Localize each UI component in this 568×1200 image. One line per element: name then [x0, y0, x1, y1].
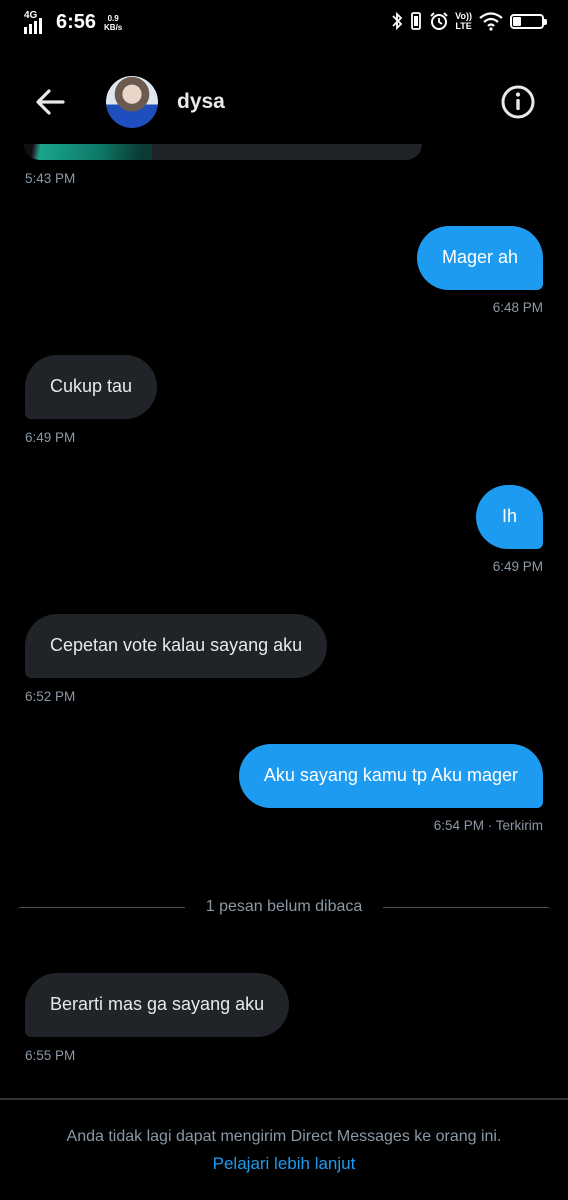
incoming-message-bubble[interactable]: Berarti mas ga sayang aku	[25, 973, 290, 1037]
message-timestamp: 6:48 PM	[492, 300, 543, 315]
battery-level: 30	[520, 15, 534, 27]
outgoing-message-bubble[interactable]: Aku sayang kamu tp Aku mager	[238, 744, 543, 808]
signal-icon: 4G	[24, 10, 46, 34]
bluetooth-icon	[392, 11, 403, 31]
message-timestamp: 6:52 PM	[25, 689, 76, 704]
alarm-icon	[430, 12, 448, 30]
status-left: 4G 6:56 0.9 KB/s	[24, 10, 123, 34]
message-timestamp-sent-status: 6:54 PM · Terkirim	[433, 818, 543, 833]
vibrate-icon	[411, 12, 422, 30]
battery-icon: 30	[510, 13, 547, 29]
outgoing-message-bubble[interactable]: Ih	[475, 485, 543, 549]
volte-indicator: Vo)) LTE	[455, 11, 472, 31]
learn-more-link[interactable]: Pelajari lebih lanjut	[0, 1154, 568, 1174]
incoming-message-bubble[interactable]: Cepetan vote kalau sayang aku	[25, 614, 328, 678]
wifi-icon	[479, 12, 503, 31]
divider-line	[383, 907, 549, 908]
message-timestamp: 6:49 PM	[492, 559, 543, 574]
incoming-message-bubble[interactable]: Cukup tau	[25, 355, 158, 419]
unread-messages-divider: 1 pesan belum dibaca	[19, 898, 549, 918]
contact-name[interactable]: dysa	[177, 90, 225, 114]
message-timestamp: 6:55 PM	[25, 1048, 76, 1063]
conversation-info-button[interactable]	[498, 82, 538, 122]
conversation-header: dysa	[0, 60, 568, 144]
arrow-left-icon	[36, 89, 65, 115]
clock: 6:56	[56, 11, 97, 33]
dm-disabled-notice: Anda tidak lagi dapat mengirim Direct Me…	[66, 1128, 502, 1145]
message-timestamp: 5:43 PM	[25, 171, 76, 186]
dm-disabled-footer: Anda tidak lagi dapat mengirim Direct Me…	[0, 1098, 568, 1200]
back-button[interactable]	[30, 82, 70, 122]
outgoing-message-bubble[interactable]: Mager ah	[416, 226, 543, 290]
network-speed: 0.9 KB/s	[104, 13, 123, 32]
avatar[interactable]	[106, 76, 158, 128]
status-right: Vo)) LTE 30	[391, 11, 547, 31]
message-timestamp: 6:49 PM	[25, 430, 76, 445]
status-bar: 4G 6:56 0.9 KB/s Vo)) LTE 30	[0, 0, 568, 46]
info-icon	[501, 85, 535, 119]
